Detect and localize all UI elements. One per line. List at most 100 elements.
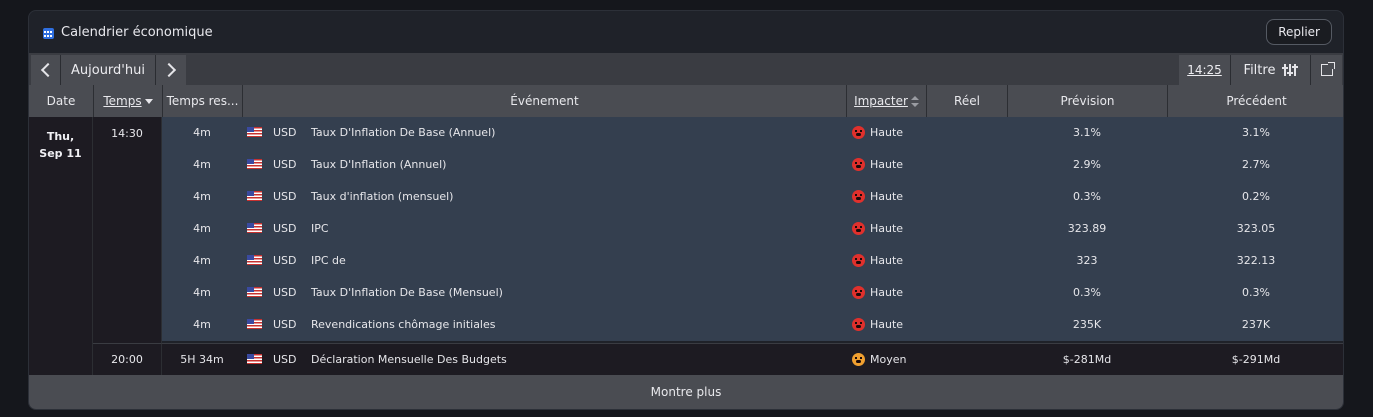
event-name: IPC de — [311, 254, 346, 267]
impact: Haute — [852, 149, 903, 181]
column-forecast: Prévision — [1007, 85, 1167, 117]
previous-day-button[interactable] — [31, 55, 60, 85]
open-external-button[interactable] — [1310, 55, 1342, 85]
external-link-icon — [1320, 62, 1335, 76]
event-row[interactable]: 4m USD IPC Haute 323.89 323.05 — [162, 213, 1343, 245]
currency: USD — [273, 126, 297, 139]
forecast-value: $-281Md — [1062, 353, 1112, 366]
column-actual: Réel — [926, 85, 1007, 117]
event-row[interactable]: 4m USD IPC de Haute 323 322.13 — [162, 245, 1343, 277]
currency: USD — [273, 158, 297, 171]
previous-value: $-291Md — [1231, 353, 1281, 366]
currency: USD — [273, 190, 297, 203]
event-row[interactable]: 4m USD Taux D'Inflation (Annuel) Haute 2… — [162, 149, 1343, 181]
filter-label: Filtre — [1243, 62, 1276, 78]
date-day: Sep 11 — [39, 147, 82, 160]
column-time[interactable]: Temps — [93, 85, 162, 117]
event-name: Déclaration Mensuelle Des Budgets — [311, 353, 507, 366]
impact: Haute — [852, 309, 903, 341]
us-flag-icon — [247, 191, 262, 201]
time-remaining: 4m — [193, 318, 211, 331]
widget-header: Calendrier économique Replier — [29, 11, 1343, 53]
previous-value: 0.3% — [1242, 286, 1270, 299]
sort-desc-icon — [144, 99, 153, 104]
previous-value: 0.2% — [1242, 190, 1270, 203]
us-flag-icon — [247, 159, 262, 169]
time-remaining: 4m — [193, 158, 211, 171]
previous-value: 3.1% — [1242, 126, 1270, 139]
next-day-button[interactable] — [155, 55, 186, 85]
filter-button[interactable]: Filtre — [1230, 55, 1310, 85]
time-remaining: 4m — [193, 190, 211, 203]
impact: Moyen — [852, 344, 906, 376]
impact: Haute — [852, 181, 903, 213]
currency: USD — [273, 254, 297, 267]
time-remaining: 5H 34m — [180, 353, 224, 366]
today-button[interactable]: Aujourd'hui — [60, 55, 155, 85]
event-name: Revendications chômage initiales — [311, 318, 496, 331]
forecast-value: 323.89 — [1067, 222, 1107, 235]
event-name: IPC — [311, 222, 329, 235]
event-row[interactable]: 5H 34m USD Déclaration Mensuelle Des Bud… — [162, 343, 1343, 376]
event-row[interactable]: 4m USD Taux D'Inflation De Base (Annuel)… — [162, 117, 1343, 149]
us-flag-icon — [247, 287, 262, 297]
event-row[interactable]: 4m USD Taux D'Inflation De Base (Mensuel… — [162, 277, 1343, 309]
date-group: Thu, Sep 11 — [29, 117, 93, 375]
event-name: Taux D'Inflation De Base (Annuel) — [311, 126, 496, 139]
widget-title: Calendrier économique — [61, 25, 213, 40]
table-header: Date Temps Temps res... Événement Impact… — [29, 85, 1343, 117]
economic-calendar-widget: Calendrier économique Replier Aujourd'hu… — [28, 10, 1344, 410]
currency: USD — [273, 353, 297, 366]
current-time-button[interactable]: 14:25 — [1179, 55, 1230, 85]
angry-face-icon — [852, 317, 865, 331]
angry-face-icon — [852, 221, 865, 235]
forecast-value: 2.9% — [1073, 158, 1101, 171]
forecast-value: 0.3% — [1073, 190, 1101, 203]
angry-face-icon — [852, 125, 865, 139]
previous-value: 237K — [1241, 318, 1271, 331]
time-group: 14:30 — [93, 117, 162, 343]
previous-value: 322.13 — [1236, 254, 1276, 267]
neutral-face-icon — [852, 352, 865, 366]
angry-face-icon — [852, 157, 865, 171]
chevron-right-icon — [161, 62, 177, 78]
time-remaining: 4m — [193, 222, 211, 235]
sliders-icon — [1282, 64, 1299, 76]
column-date: Date — [46, 94, 76, 108]
column-remaining: Temps res... — [162, 85, 242, 117]
currency: USD — [273, 286, 297, 299]
event-row[interactable]: 4m USD Revendications chômage initiales … — [162, 309, 1343, 341]
currency: USD — [273, 222, 297, 235]
us-flag-icon — [247, 354, 262, 364]
event-name: Taux D'Inflation De Base (Mensuel) — [311, 286, 503, 299]
event-name: Taux D'Inflation (Annuel) — [311, 158, 447, 171]
event-row[interactable]: 4m USD Taux d'inflation (mensuel) Haute … — [162, 181, 1343, 213]
time-group: 20:00 — [93, 343, 162, 375]
show-more-button[interactable]: Montre plus — [29, 375, 1343, 409]
forecast-value: 323 — [1076, 254, 1098, 267]
current-time: 14:25 — [1187, 63, 1222, 77]
us-flag-icon — [247, 127, 262, 137]
event-name: Taux d'inflation (mensuel) — [311, 190, 454, 203]
time-remaining: 4m — [193, 286, 211, 299]
forecast-value: 3.1% — [1073, 126, 1101, 139]
chevron-left-icon — [40, 62, 55, 78]
us-flag-icon — [247, 223, 262, 233]
forecast-value: 0.3% — [1073, 286, 1101, 299]
forecast-value: 235K — [1072, 318, 1102, 331]
date-weekday: Thu, — [46, 130, 75, 143]
column-previous: Précédent — [1167, 85, 1343, 117]
column-impact[interactable]: Impacter — [846, 85, 926, 117]
previous-value: 2.7% — [1242, 158, 1270, 171]
collapse-button[interactable]: Replier — [1266, 19, 1332, 45]
impact: Haute — [852, 277, 903, 309]
time-remaining: 4m — [193, 254, 211, 267]
previous-value: 323.05 — [1236, 222, 1276, 235]
us-flag-icon — [247, 319, 262, 329]
time-remaining: 4m — [193, 126, 211, 139]
angry-face-icon — [852, 253, 865, 267]
currency: USD — [273, 318, 297, 331]
table-body: Thu, Sep 11 14:30 20:00 4m USD Taux D'In… — [29, 117, 1343, 375]
calendar-icon — [43, 28, 54, 39]
impact: Haute — [852, 213, 903, 245]
